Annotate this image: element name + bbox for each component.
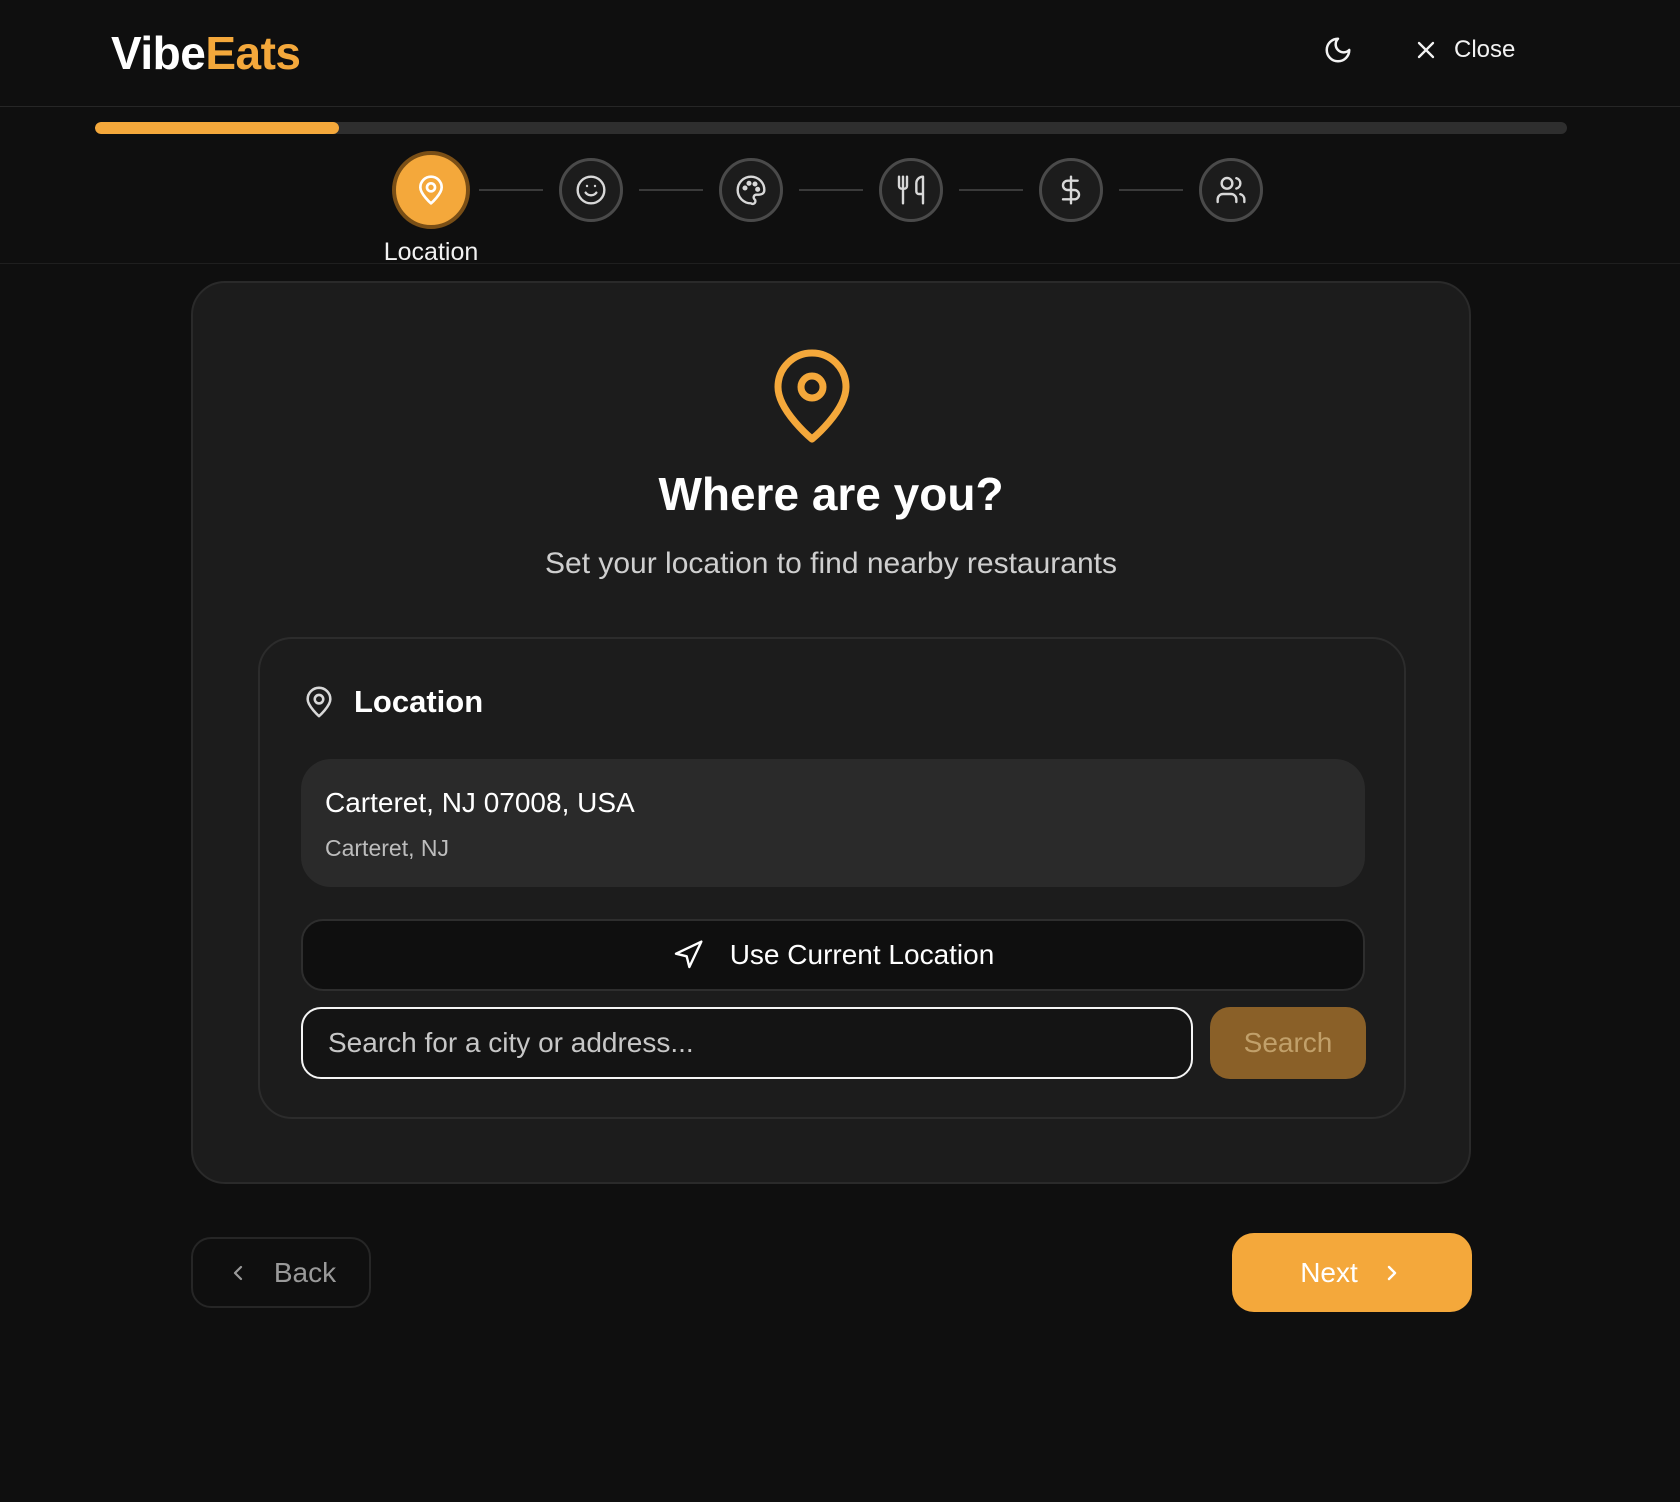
users-icon [1215,174,1247,206]
step-connector [479,189,543,191]
page-title: Where are you? [658,468,1004,520]
page-subtitle: Set your location to find nearby restaur… [545,547,1117,580]
step-location[interactable] [392,151,470,229]
map-pin-icon [302,683,336,721]
step-style[interactable] [719,158,783,222]
theme-toggle-button[interactable] [1318,30,1358,70]
location-card: Where are you? Set your location to find… [191,281,1471,1184]
close-button[interactable]: Close [1412,28,1515,72]
step-connector [959,189,1023,191]
back-button[interactable]: Back [191,1237,371,1308]
selected-location-city: Carteret, NJ [325,835,449,861]
map-pin-icon [771,349,853,443]
chevron-left-icon [226,1261,250,1285]
palette-icon [735,174,767,206]
location-search-input[interactable] [301,1007,1193,1079]
moon-icon [1323,35,1353,65]
selected-location-address: Carteret, NJ 07008, USA [325,787,635,818]
navigation-icon [672,939,704,971]
step-connector [1119,189,1183,191]
close-label: Close [1454,36,1516,63]
next-button[interactable]: Next [1232,1233,1472,1312]
step-mood[interactable] [559,158,623,222]
section-header: Location [302,683,483,721]
step-group[interactable] [1199,158,1263,222]
step-budget[interactable] [1039,158,1103,222]
search-button[interactable]: Search [1210,1007,1366,1079]
map-pin-icon [415,174,447,206]
logo[interactable]: VibeEats [111,26,301,80]
smile-icon [575,174,607,206]
progress-fill [95,122,340,134]
step-cuisine[interactable] [879,158,943,222]
section-title: Location [354,684,484,719]
back-label: Back [273,1256,337,1288]
utensils-icon [895,174,927,206]
close-icon [1412,36,1440,64]
use-current-location-label: Use Current Location [729,939,995,970]
progress-bar [95,122,1567,134]
next-label: Next [1300,1256,1358,1288]
dollar-icon [1055,174,1087,206]
selected-location[interactable]: Carteret, NJ 07008, USA Carteret, NJ [301,759,1365,887]
chevron-right-icon [1380,1261,1404,1285]
use-current-location-button[interactable]: Use Current Location [301,919,1365,991]
app-header: VibeEats Close [0,0,1680,107]
logo-text-vibe: Vibe [111,27,206,79]
active-step-label: Location [383,238,479,266]
logo-text-eats: Eats [205,27,301,79]
step-connector [639,189,703,191]
location-panel: Location Carteret, NJ 07008, USA Cartere… [258,637,1406,1119]
step-connector [799,189,863,191]
